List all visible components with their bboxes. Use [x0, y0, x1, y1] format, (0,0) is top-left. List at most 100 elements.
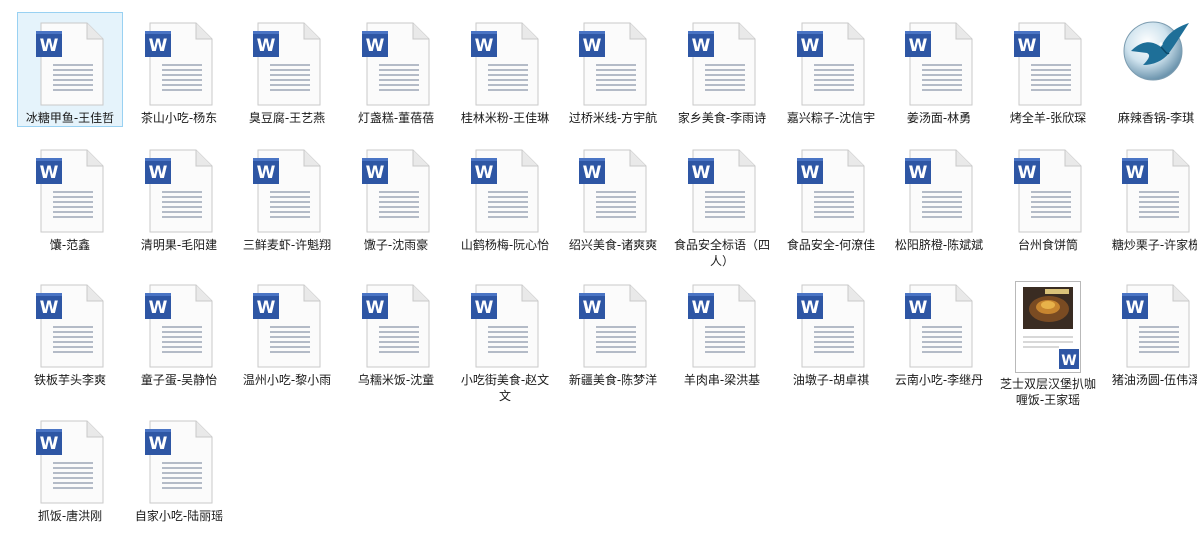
- file-item[interactable]: 麻辣香锅-李琪: [1104, 13, 1197, 126]
- word-doc-icon: W: [688, 149, 756, 233]
- file-name-label: 茶山小吃-杨东: [140, 111, 218, 125]
- svg-text:W: W: [149, 434, 168, 454]
- file-name-label: 馓子-沈雨豪: [363, 238, 429, 252]
- file-item[interactable]: W 松阳脐橙-陈斌斌: [887, 140, 991, 253]
- word-doc-icon: W: [904, 21, 974, 107]
- file-item[interactable]: W 童子蛋-吴静怡: [127, 275, 231, 388]
- file-item[interactable]: W 过桥米线-方宇航: [561, 13, 665, 126]
- file-item[interactable]: W 馓子-沈雨豪: [344, 140, 448, 253]
- svg-text:W: W: [257, 36, 276, 56]
- file-item[interactable]: W 清明果-毛阳建: [127, 140, 231, 253]
- word-doc-icon: W: [471, 22, 539, 106]
- file-item[interactable]: W 云南小吃-李继丹: [887, 275, 991, 388]
- file-item[interactable]: W 三鲜麦虾-许魁翔: [235, 140, 339, 253]
- file-name-label: 桂林米粉-王佳琳: [460, 111, 550, 125]
- file-item[interactable]: W 新疆美食-陈梦洋: [561, 275, 665, 388]
- file-item[interactable]: W 山鹤杨梅-阮心怡: [453, 140, 557, 253]
- word-doc-icon: W: [687, 148, 757, 234]
- file-item[interactable]: W 糖炒栗子-许家栋: [1104, 140, 1197, 253]
- file-item[interactable]: W 姜汤面-林勇: [887, 13, 991, 126]
- file-item[interactable]: W 油墩子-胡卓祺: [779, 275, 883, 388]
- word-doc-icon: W: [579, 284, 647, 368]
- word-doc-icon: W: [253, 284, 321, 368]
- svg-text:W: W: [692, 36, 711, 56]
- word-doc-icon: W: [145, 149, 213, 233]
- file-item[interactable]: W 芝士双层汉堡扒咖喱饭-王家瑶: [996, 275, 1100, 408]
- word-doc-icon: W: [797, 284, 865, 368]
- word-doc-icon: W: [688, 22, 756, 106]
- svg-text:W: W: [692, 298, 711, 318]
- file-item[interactable]: W 嘉兴粽子-沈信宇: [779, 13, 883, 126]
- file-item[interactable]: W 羊肉串-梁洪基: [670, 275, 774, 388]
- file-item[interactable]: W 桂林米粉-王佳琳: [453, 13, 557, 126]
- svg-text:W: W: [257, 163, 276, 183]
- word-doc-icon: W: [35, 283, 105, 369]
- word-doc-icon: W: [145, 284, 213, 368]
- file-item[interactable]: W 乌糯米饭-沈童: [344, 275, 448, 388]
- word-doc-icon: W: [1013, 148, 1083, 234]
- file-item[interactable]: W 食品安全标语（四人）: [670, 140, 774, 269]
- file-item[interactable]: W 抓饭-唐洪刚: [18, 411, 122, 524]
- word-doc-icon: W: [1121, 148, 1191, 234]
- word-doc-icon: W: [905, 284, 973, 368]
- word-doc-icon: W: [1121, 283, 1191, 369]
- word-doc-icon: W: [471, 284, 539, 368]
- file-name-label: 羊肉串-梁洪基: [683, 373, 761, 387]
- file-name-label: 芝士双层汉堡扒咖喱饭-王家瑶: [999, 377, 1096, 407]
- word-doc-icon: W: [361, 148, 431, 234]
- file-item[interactable]: W 温州小吃-黎小雨: [235, 275, 339, 388]
- file-name-label: 新疆美食-陈梦洋: [568, 373, 658, 387]
- word-thumbnail-icon: W: [1015, 281, 1081, 373]
- file-name-label: 食品安全标语（四人）: [673, 238, 770, 268]
- file-name-label: 臭豆腐-王艺燕: [248, 111, 326, 125]
- file-item[interactable]: W 冰糖甲鱼-王佳哲: [17, 12, 123, 127]
- svg-text:W: W: [801, 163, 820, 183]
- file-item[interactable]: W 灯盏糕-董蓓蓓: [344, 13, 448, 126]
- file-name-label: 油墩子-胡卓祺: [792, 373, 870, 387]
- word-doc-icon: W: [144, 283, 214, 369]
- file-item[interactable]: W 小吃街美食-赵文文: [453, 275, 557, 404]
- svg-text:W: W: [475, 163, 494, 183]
- file-name-label: 三鲜麦虾-许魁翔: [242, 238, 332, 252]
- file-item[interactable]: W 臭豆腐-王艺燕: [235, 13, 339, 126]
- word-doc-icon: W: [144, 419, 214, 505]
- svg-text:W: W: [257, 298, 276, 318]
- file-item[interactable]: W 食品安全-何潦佳: [779, 140, 883, 253]
- word-doc-icon: W: [1014, 22, 1082, 106]
- file-name-label: 绍兴美食-诸爽爽: [568, 238, 658, 252]
- word-doc-icon: W: [144, 21, 214, 107]
- word-doc-icon: W: [36, 22, 104, 106]
- file-name-label: 家乡美食-李雨诗: [677, 111, 767, 125]
- word-doc-icon: W: [361, 21, 431, 107]
- word-thumbnail-icon: W: [1015, 281, 1081, 373]
- file-item[interactable]: W 家乡美食-李雨诗: [670, 13, 774, 126]
- word-doc-icon: W: [579, 22, 647, 106]
- svg-text:W: W: [475, 36, 494, 56]
- word-doc-icon: W: [35, 148, 105, 234]
- file-name-label: 温州小吃-黎小雨: [242, 373, 332, 387]
- word-doc-icon: W: [361, 283, 431, 369]
- file-item[interactable]: W 铁板芋头李爽: [18, 275, 122, 388]
- svg-text:W: W: [40, 298, 59, 318]
- word-doc-icon: W: [1122, 284, 1190, 368]
- file-item[interactable]: W 绍兴美食-诸爽爽: [561, 140, 665, 253]
- file-item[interactable]: W 猪油汤圆-伍伟泽: [1104, 275, 1197, 388]
- svg-text:W: W: [366, 163, 385, 183]
- file-item[interactable]: W 自家小吃-陆丽瑶: [127, 411, 231, 524]
- svg-text:W: W: [366, 36, 385, 56]
- file-item[interactable]: W 馕-范鑫: [18, 140, 122, 253]
- word-doc-icon: W: [253, 22, 321, 106]
- word-doc-icon: W: [1122, 149, 1190, 233]
- word-doc-icon: W: [145, 420, 213, 504]
- file-name-label: 馕-范鑫: [49, 238, 91, 252]
- file-name-label: 灯盏糕-董蓓蓓: [357, 111, 435, 125]
- word-doc-icon: W: [687, 21, 757, 107]
- file-name-label: 清明果-毛阳建: [140, 238, 218, 252]
- word-doc-icon: W: [796, 148, 866, 234]
- file-item[interactable]: W 台州食饼筒: [996, 140, 1100, 253]
- word-doc-icon: W: [470, 148, 540, 234]
- word-doc-icon: W: [470, 283, 540, 369]
- file-item[interactable]: W 烤全羊-张欣琛: [996, 13, 1100, 126]
- svg-text:W: W: [149, 163, 168, 183]
- file-item[interactable]: W 茶山小吃-杨东: [127, 13, 231, 126]
